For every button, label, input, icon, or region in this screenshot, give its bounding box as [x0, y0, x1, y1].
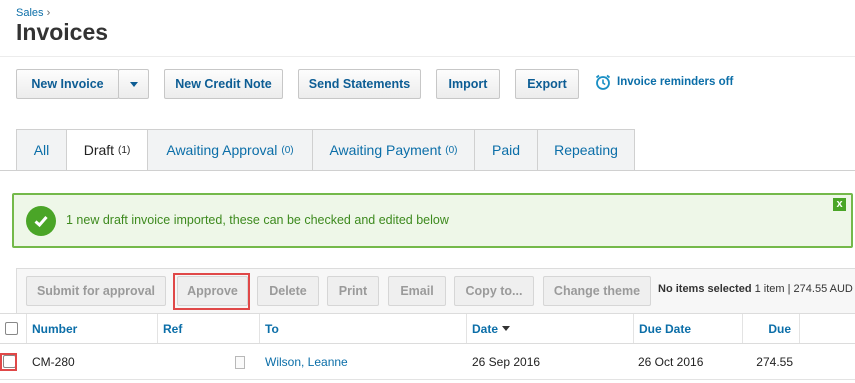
import-button[interactable]: Import — [436, 69, 500, 99]
column-due-date[interactable]: Due Date — [633, 314, 742, 343]
new-invoice-button[interactable]: New Invoice — [16, 69, 119, 99]
export-button[interactable]: Export — [515, 69, 579, 99]
title-divider — [0, 56, 855, 57]
selection-status: No items selected — [658, 283, 752, 295]
tab-label: Paid — [491, 142, 521, 158]
column-date[interactable]: Date — [466, 314, 633, 343]
tab-repeating[interactable]: Repeating — [538, 129, 635, 171]
tab-awaiting-approval[interactable]: Awaiting Approval (0) — [148, 129, 313, 171]
invoice-reminders-link[interactable]: Invoice reminders off — [594, 73, 733, 91]
tab-all[interactable]: All — [16, 129, 67, 171]
tab-label: Awaiting Payment — [329, 142, 442, 158]
tab-label: Awaiting Approval — [166, 142, 278, 158]
alert-message: 1 new draft invoice imported, these can … — [66, 213, 449, 227]
approve-button[interactable]: Approve — [177, 276, 248, 306]
currency-label: AUD — [829, 283, 853, 295]
chevron-down-icon — [129, 81, 138, 87]
send-statements-button[interactable]: Send Statements — [298, 69, 421, 99]
column-ref[interactable]: Ref — [157, 314, 259, 343]
page-title: Invoices — [16, 19, 109, 45]
column-number[interactable]: Number — [26, 314, 157, 343]
tab-label: Draft — [83, 142, 115, 158]
table-row[interactable]: CM-280 Wilson, Leanne 26 Sep 2016 26 Oct… — [0, 344, 855, 380]
tab-awaiting-payment[interactable]: Awaiting Payment (0) — [313, 129, 475, 171]
column-label: Due Date — [639, 321, 692, 336]
breadcrumb-sales-link[interactable]: Sales — [16, 7, 44, 19]
column-label: Number — [32, 321, 78, 336]
tab-draft[interactable]: Draft (1) — [67, 129, 148, 171]
column-label: Date — [472, 321, 499, 336]
tab-count: (0) — [281, 144, 294, 156]
column-label: To — [265, 321, 279, 336]
check-circle-icon — [26, 206, 56, 236]
delete-button[interactable]: Delete — [257, 276, 319, 306]
sort-desc-icon — [502, 326, 511, 331]
tab-paid[interactable]: Paid — [475, 129, 538, 171]
tab-label: Repeating — [554, 142, 618, 158]
invoice-date: 26 Sep 2016 — [472, 355, 541, 369]
copy-to-button[interactable]: Copy to... — [454, 276, 534, 306]
column-label: Due — [768, 321, 791, 336]
selection-summary: No items selected 1 item | 274.55 AUD — [658, 283, 853, 295]
invoice-table-header: Number Ref To Date Due Date Due — [0, 313, 855, 344]
column-filler — [799, 314, 855, 343]
document-icon — [235, 355, 245, 369]
tab-label: All — [33, 142, 50, 158]
import-success-alert: 1 new draft invoice imported, these can … — [12, 193, 853, 248]
tabs-divider — [0, 170, 855, 171]
contact-link[interactable]: Wilson, Leanne — [265, 344, 348, 380]
tab-count: (0) — [445, 144, 458, 156]
column-to[interactable]: To — [259, 314, 466, 343]
row-checkbox-highlight — [0, 353, 17, 371]
breadcrumb: Sales › — [16, 7, 50, 19]
breadcrumb-separator: › — [46, 7, 51, 19]
tab-count: (1) — [118, 144, 131, 156]
invoice-due-amount: 274.55 — [756, 355, 793, 369]
column-label: Ref — [163, 321, 183, 336]
status-tabs: All Draft (1) Awaiting Approval (0) Awai… — [16, 129, 635, 171]
close-icon[interactable]: x — [833, 198, 846, 211]
column-due[interactable]: Due — [742, 314, 799, 343]
print-button[interactable]: Print — [327, 276, 379, 306]
new-invoice-menu-button[interactable] — [118, 69, 149, 99]
alarm-clock-icon — [595, 74, 611, 90]
invoice-due-date: 26 Oct 2016 — [638, 355, 704, 369]
submit-for-approval-button[interactable]: Submit for approval — [26, 276, 166, 306]
new-credit-note-button[interactable]: New Credit Note — [164, 69, 283, 99]
change-theme-button[interactable]: Change theme — [543, 276, 651, 306]
email-button[interactable]: Email — [388, 276, 446, 306]
ref-cell — [235, 344, 245, 380]
select-all-checkbox[interactable] — [5, 322, 18, 335]
selection-total: | 274.55 — [787, 283, 828, 295]
invoice-number: CM-280 — [32, 355, 75, 369]
reminders-label: Invoice reminders off — [617, 76, 734, 88]
item-count: 1 item — [754, 283, 785, 295]
